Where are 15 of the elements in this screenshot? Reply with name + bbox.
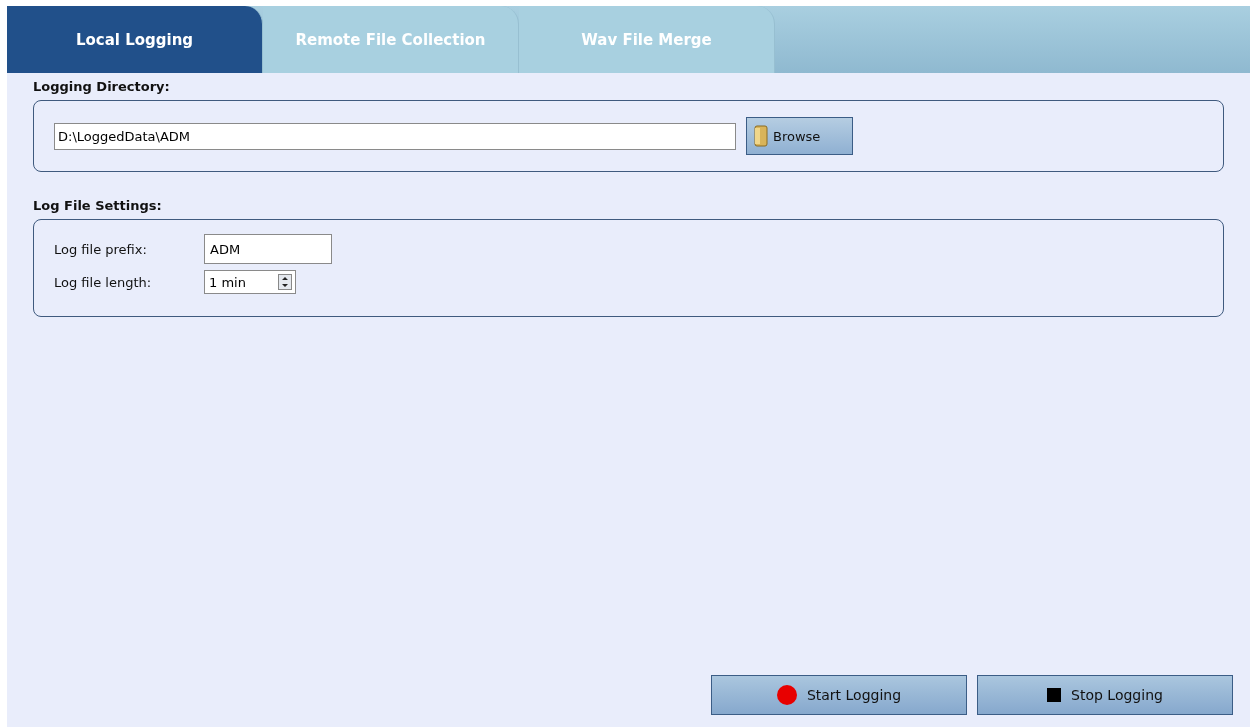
spinner-arrows-icon[interactable] xyxy=(278,274,292,290)
stop-logging-button[interactable]: Stop Logging xyxy=(977,675,1233,715)
start-logging-button[interactable]: Start Logging xyxy=(711,675,967,715)
section-title: Logging Directory: xyxy=(33,79,171,94)
length-spinner[interactable]: 1 min xyxy=(204,270,296,294)
stop-icon xyxy=(1047,688,1062,702)
tab[interactable]: Local Logging xyxy=(7,6,263,73)
folder-icon xyxy=(753,125,769,147)
field-label: Log file prefix: xyxy=(54,241,148,257)
browse-button[interactable]: Browse xyxy=(746,117,853,155)
directory-field[interactable]: D:\LoggedData\ADM xyxy=(54,122,736,150)
record-icon xyxy=(776,685,797,705)
prefix-field[interactable]: ADM xyxy=(204,234,332,264)
field-label: Log file length: xyxy=(54,274,153,290)
section-title: Log File Settings: xyxy=(33,198,163,213)
